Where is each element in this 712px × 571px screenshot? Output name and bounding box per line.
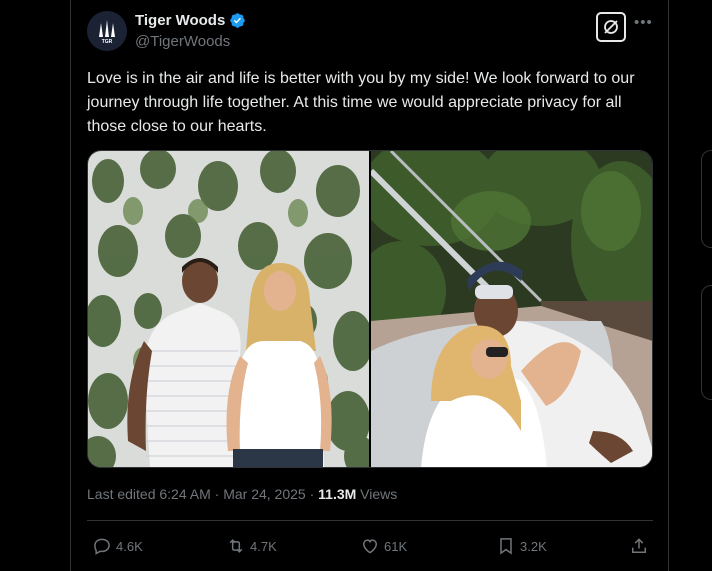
reply-icon: [94, 538, 110, 555]
bookmark-count: 3.2K: [520, 538, 547, 554]
author-display-name[interactable]: Tiger Woods: [135, 12, 225, 29]
repost-icon: [229, 539, 243, 553]
author-name-row: Tiger Woods: [135, 12, 246, 29]
sidebar-edge-panel: [701, 285, 712, 400]
photo-couple-standing[interactable]: [88, 151, 369, 467]
grok-icon: [604, 20, 618, 34]
avatar[interactable]: TGR: [87, 11, 127, 51]
grok-button[interactable]: [596, 12, 626, 42]
sidebar-edge-panel: [701, 150, 712, 248]
column-border-right: [668, 0, 669, 571]
edited-timestamp[interactable]: Last edited 6:24 AM · Mar 24, 2025 ·: [87, 486, 318, 502]
photo-couple-lounging[interactable]: [371, 151, 652, 467]
views-label: Views: [356, 486, 398, 502]
avatar-logo-text: TGR: [102, 39, 113, 45]
author-handle[interactable]: @TigerWoods: [135, 33, 230, 50]
tgr-logo: TGR: [87, 11, 127, 51]
verified-badge-icon[interactable]: [229, 12, 246, 29]
reply-button[interactable]: 4.6K: [92, 536, 143, 556]
share-icon: [632, 538, 646, 553]
column-border-left: [70, 0, 71, 571]
reply-count: 4.6K: [116, 538, 143, 554]
bookmark-button[interactable]: 3.2K: [496, 536, 547, 556]
repost-count: 4.7K: [250, 538, 277, 554]
tweet-meta: Last edited 6:24 AM · Mar 24, 2025 · 11.…: [87, 486, 397, 502]
photo-couple-standing-image: [88, 151, 369, 467]
repost-button[interactable]: 4.7K: [226, 536, 277, 556]
like-icon: [362, 539, 378, 554]
tweet-media[interactable]: [87, 150, 653, 468]
photo-couple-lounging-image: [371, 151, 652, 467]
more-icon[interactable]: •••: [634, 14, 653, 31]
tweet-text: Love is in the air and life is better wi…: [87, 70, 635, 135]
views-count: 11.3M: [318, 486, 357, 502]
like-count: 61K: [384, 538, 408, 554]
bookmark-icon: [500, 538, 512, 555]
like-button[interactable]: 61K: [360, 536, 407, 556]
divider: [87, 520, 653, 521]
share-button[interactable]: [629, 536, 653, 556]
